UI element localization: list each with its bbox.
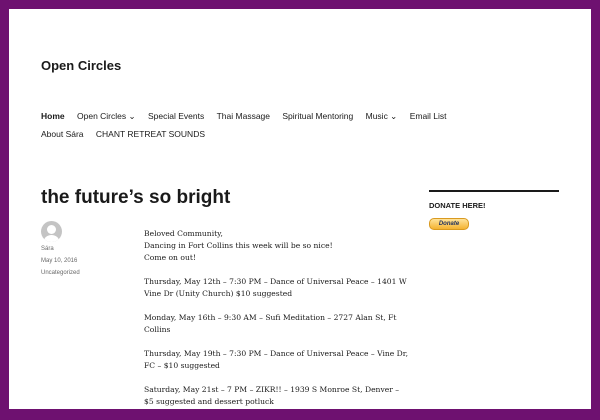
main-navigation: Home Open Circles ⌄ Special Events Thai … [41,107,501,143]
avatar [41,221,62,242]
event-paragraph: Monday, May 16th – 9:30 AM – Sufi Medita… [144,313,397,334]
nav-email-list[interactable]: Email List [410,107,447,125]
post-category[interactable]: Uncategorized [41,270,80,276]
nav-spiritual-mentoring[interactable]: Spiritual Mentoring [282,107,353,125]
content-line: Come on out! [144,253,196,262]
donate-button[interactable]: Donate [429,218,469,230]
donate-widget: DONATE HERE! Donate [429,190,559,230]
post-content: Beloved Community, Dancing in Fort Colli… [144,228,409,420]
post-date[interactable]: May 10, 2016 [41,258,77,264]
nav-open-circles[interactable]: Open Circles ⌄ [77,107,136,125]
nav-chant-retreat-sounds[interactable]: CHANT RETREAT SOUNDS [96,125,205,143]
event-paragraph: Saturday, May 21st – 7 PM – ZIKR!! – 193… [144,385,400,406]
nav-special-events[interactable]: Special Events [148,107,204,125]
widget-title: DONATE HERE! [429,201,486,210]
page: Open Circles Home Open Circles ⌄ Special… [9,9,591,409]
site-title[interactable]: Open Circles [41,58,121,73]
event-paragraph: Thursday, May 19th – 7:30 PM – Dance of … [144,349,408,370]
event-paragraph: Thursday, May 12th – 7:30 PM – Dance of … [144,277,407,298]
content-line: Dancing in Fort Collins this week will b… [144,241,333,250]
nav-thai-massage[interactable]: Thai Massage [217,107,270,125]
post-author[interactable]: Sára [41,246,54,252]
nav-about-sara[interactable]: About Sára [41,125,84,143]
post-title[interactable]: the future’s so bright [41,187,230,209]
nav-music[interactable]: Music ⌄ [366,107,398,125]
content-line: Beloved Community, [144,229,223,238]
nav-home[interactable]: Home [41,107,65,125]
